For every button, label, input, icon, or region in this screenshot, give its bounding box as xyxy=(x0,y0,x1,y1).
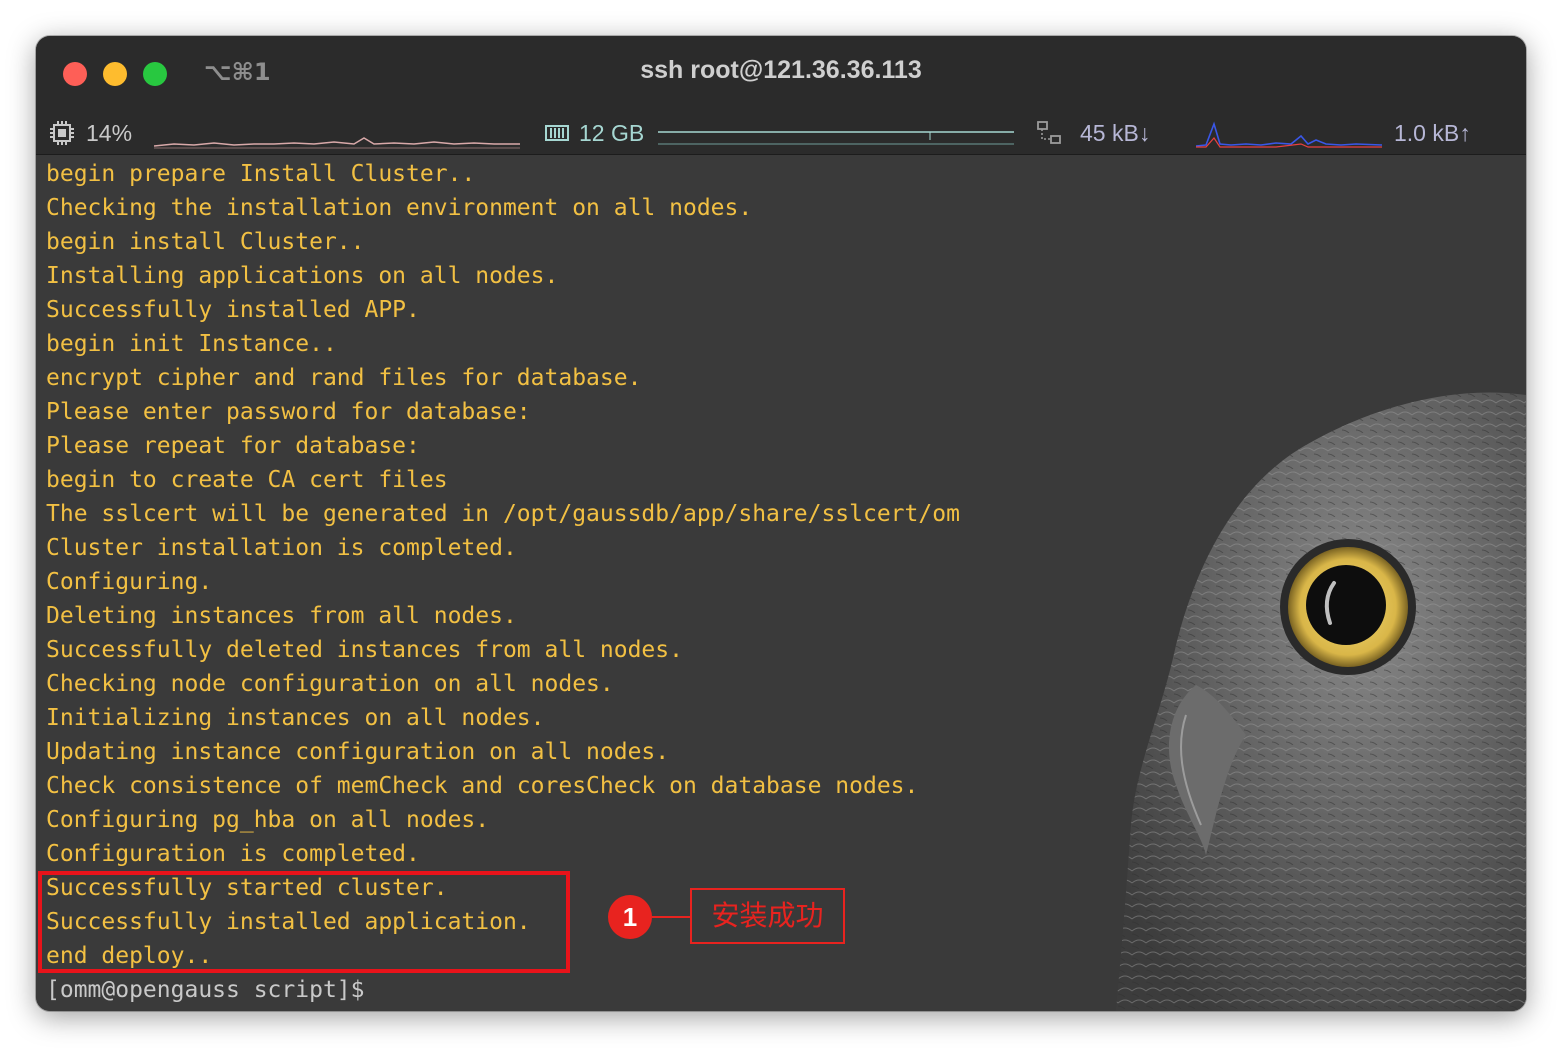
cpu-sparkline xyxy=(154,137,520,149)
memory-usage: 12 GB xyxy=(579,120,645,146)
status-bar: 14% 12 GB 45 kB↓ 1.0 kB↑ xyxy=(36,112,1526,155)
cpu-usage: 14% xyxy=(86,120,133,146)
success-highlight-box xyxy=(38,871,570,973)
output-line: Cluster installation is completed. xyxy=(46,535,517,561)
title-bar[interactable]: ⌥⌘1 ssh root@121.36.36.113 xyxy=(36,36,1526,112)
network-icon xyxy=(1037,121,1061,144)
shell-prompt[interactable]: [omm@opengauss script]$ xyxy=(46,973,365,1007)
annotation-label: 安装成功 xyxy=(690,888,845,944)
output-line: Configuring pg_hba on all nodes. xyxy=(46,807,490,833)
annotation-badge: 1 xyxy=(608,895,652,939)
memory-icon xyxy=(545,125,569,141)
output-line: begin prepare Install Cluster.. xyxy=(46,161,476,187)
output-line: Updating instance configuration on all n… xyxy=(46,739,670,765)
window-title: ssh root@121.36.36.113 xyxy=(640,56,922,84)
output-line: begin install Cluster.. xyxy=(46,229,365,255)
network-sparkline xyxy=(1196,121,1382,148)
output-line: encrypt cipher and rand files for databa… xyxy=(46,365,642,391)
output-line: Successfully deleted instances from all … xyxy=(46,637,683,663)
output-line: Check consistence of memCheck and coresC… xyxy=(46,773,919,799)
output-line: Configuration is completed. xyxy=(46,841,420,867)
network-upload: 1.0 kB↑ xyxy=(1394,120,1471,146)
output-line: Installing applications on all nodes. xyxy=(46,263,559,289)
output-line: Checking node configuration on all nodes… xyxy=(46,671,614,697)
terminal-window: ⌥⌘1 ssh root@121.36.36.113 14% 12 GB 45 … xyxy=(36,36,1526,1011)
output-line: Checking the installation environment on… xyxy=(46,195,753,221)
output-line: Configuring. xyxy=(46,569,213,595)
annotation-connector xyxy=(652,916,690,918)
network-download: 45 kB↓ xyxy=(1080,120,1151,146)
output-line: begin to create CA cert files xyxy=(46,467,448,493)
output-line: Initializing instances on all nodes. xyxy=(46,705,545,731)
cpu-chip-icon xyxy=(50,121,74,145)
output-lines: begin prepare Install Cluster.. Checking… xyxy=(46,157,960,973)
output-line: begin init Instance.. xyxy=(46,331,337,357)
output-line: Please repeat for database: xyxy=(46,433,420,459)
output-line: Successfully installed APP. xyxy=(46,297,420,323)
output-line: The sslcert will be generated in /opt/ga… xyxy=(46,501,960,527)
output-line: Deleting instances from all nodes. xyxy=(46,603,517,629)
memory-sparkline xyxy=(658,131,1014,145)
owl-illustration xyxy=(1116,392,1526,1011)
output-line: Please enter password for database: xyxy=(46,399,531,425)
